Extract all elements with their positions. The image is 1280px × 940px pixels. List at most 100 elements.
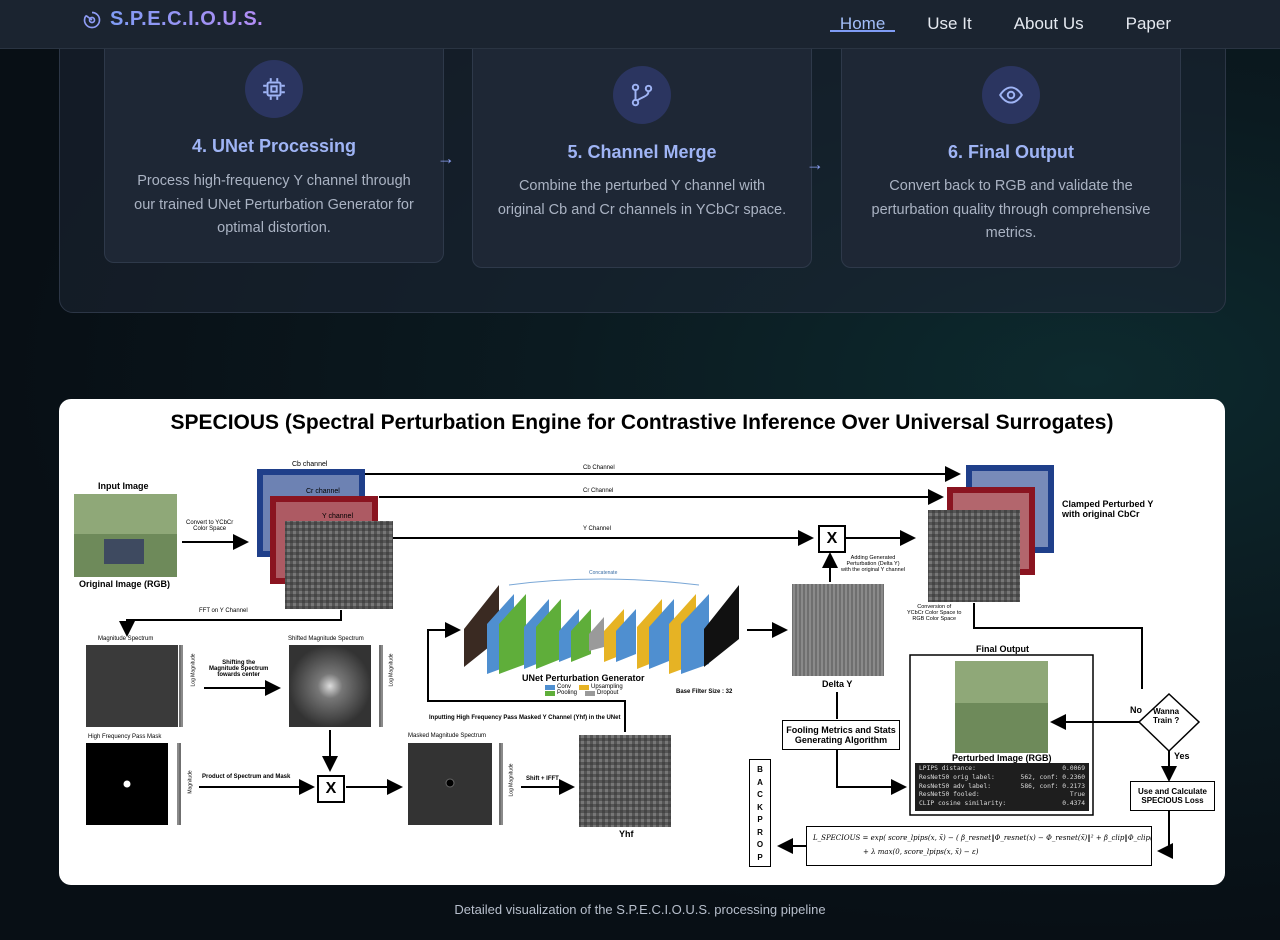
backprop-letter: P — [757, 852, 763, 862]
cpu-icon — [263, 78, 285, 100]
metric-row: LPIPS distance: 0.0069 — [919, 765, 1085, 774]
backprop-box: B A C K P R O P — [749, 759, 771, 867]
arrow-right-icon: → — [806, 154, 824, 174]
unet-architecture — [464, 578, 739, 674]
cr-line-label: Cr Channel — [583, 488, 614, 494]
metric-row: ResNet50 adv label: 586, conf: 0.2173 — [919, 783, 1085, 792]
metric-row: ResNet50 fooled: True — [919, 791, 1085, 800]
top-navbar: S.P.E.C.I.O.U.S. Home Use It About Us Pa… — [0, 0, 1280, 49]
legend-pooling: Pooling — [557, 690, 578, 696]
step-description: Combine the perturbed Y channel with ori… — [497, 178, 787, 218]
metrics-panel: LPIPS distance: 0.0069 ResNet50 orig labe… — [915, 763, 1089, 811]
metric-key: ResNet50 orig label: — [919, 773, 995, 781]
nav-link-paper[interactable]: Paper — [1105, 0, 1192, 48]
step-card-unet: 4. UNet Processing Process high-frequenc… — [104, 20, 444, 263]
nav-link-about-us[interactable]: About Us — [993, 0, 1105, 48]
nav-links: Home Use It About Us Paper — [819, 0, 1192, 48]
metric-value: 0.0069 — [1062, 765, 1085, 772]
step-icon-circle — [982, 66, 1040, 124]
loss-equation: L_SPECIOUS = exp( score_lpips(x, x̃) − (… — [806, 826, 1152, 866]
diagram-caption: Detailed visualization of the S.P.E.C.I.… — [454, 902, 826, 917]
equation-line-2: + λ max(0, score_lpips(x, x̃) − ε) — [863, 848, 979, 856]
fft-label: FFT on Y Channel — [199, 608, 248, 614]
metric-key: ResNet50 fooled: — [919, 791, 980, 799]
pipeline-diagram: SPECIOUS (Spectral Perturbation Engine f… — [59, 399, 1225, 885]
backprop-letter: R — [757, 827, 763, 837]
step-title: 4. UNet Processing — [191, 136, 357, 156]
log-magnitude-axis: Log Magnitude — [508, 763, 515, 797]
metric-key: ResNet50 adv label: — [919, 782, 992, 790]
concatenate-label: Concatenate — [589, 570, 618, 576]
metric-value: True — [1069, 791, 1085, 799]
backprop-letter: K — [757, 802, 763, 812]
clamped-label: Clamped Perturbed Y with original CbCr — [1062, 499, 1154, 519]
no-label: No — [1130, 705, 1142, 715]
shifted-spectrum-label: Shifted Magnitude Spectrum — [288, 636, 364, 642]
yhf-image — [579, 735, 671, 827]
step-icon-circle — [613, 66, 671, 124]
magnitude-spectrum — [86, 645, 178, 727]
diagram-graphics — [74, 465, 1201, 859]
cb-channel-label: Cb channel — [292, 461, 328, 468]
shifting-label: Shifting the Magnitude Spectrum towards … — [209, 660, 269, 678]
brand-logo[interactable]: S.P.E.C.I.O.U.S. — [82, 8, 263, 31]
metric-row: CLIP cosine similarity: 0.4374 — [919, 800, 1085, 809]
metric-key: LPIPS distance: — [919, 765, 976, 772]
yes-label: Yes — [1174, 751, 1190, 761]
shifted-spectrum — [289, 645, 371, 727]
metric-key: CLIP cosine similarity: — [919, 800, 1007, 808]
multiply-operator: X — [317, 775, 345, 803]
brand-name: S.P.E.C.I.O.U.S. — [110, 8, 264, 30]
backprop-letter: A — [757, 777, 763, 787]
y-channel-image — [285, 521, 393, 609]
metric-value: 0.4374 — [1062, 800, 1085, 808]
yhf-label: Yhf — [619, 829, 634, 839]
input-image-label: Input Image — [98, 481, 149, 491]
add-operator: X — [818, 525, 846, 553]
convert-label: Convert to YCbCr Color Space — [186, 520, 234, 532]
hpf-mask-label: High Frequency Pass Mask — [88, 734, 162, 740]
delta-y-image — [792, 584, 884, 676]
shift-ifft-label: Shift + IFFT — [526, 776, 559, 782]
magnitude-spectrum-label: Magnitude Spectrum — [98, 636, 154, 642]
metric-row: ResNet50 orig label: 562, conf: 0.2360 — [919, 774, 1085, 783]
step-description: Process high-frequency Y channel through… — [134, 173, 414, 236]
step-card-merge: 5. Channel Merge Combine the perturbed Y… — [472, 20, 812, 268]
backprop-letter: O — [756, 840, 764, 849]
conversion-label: Conversion of YCbCr Color Space to RGB C… — [907, 604, 962, 622]
use-calculate-box: Use and Calculate SPECIOUS Loss — [1130, 781, 1215, 811]
product-label: Product of Spectrum and Mask — [202, 774, 291, 780]
brand-icon — [83, 11, 101, 28]
fooling-metrics-box: Fooling Metrics and Stats Generating Alg… — [782, 720, 900, 750]
equation-line-1: L_SPECIOUS = exp( score_lpips(x, x̃) − (… — [813, 834, 1152, 842]
log-magnitude-axis: Log Magnitude — [190, 653, 197, 687]
metric-value: 562, conf: 0.2360 — [1020, 773, 1085, 781]
adding-label: Adding Generated Perturbation (Delta Y) … — [841, 555, 906, 573]
step-icon-circle — [245, 60, 303, 118]
step-title: 6. Final Output — [948, 142, 1074, 162]
legend-dropout: Dropout — [597, 690, 619, 696]
nav-link-use-it[interactable]: Use It — [906, 0, 992, 48]
output-y-image — [928, 510, 1020, 602]
masked-spectrum-label: Masked Magnitude Spectrum — [408, 733, 487, 739]
eye-icon — [999, 86, 1023, 104]
unet-label: UNet Perturbation Generator — [522, 673, 645, 683]
base-filter-label: Base Filter Size : 32 — [676, 689, 733, 695]
cb-line-label: Cb Channel — [583, 465, 615, 471]
cr-channel-label: Cr channel — [306, 488, 340, 495]
perturbed-image-label: Perturbed Image (RGB) — [952, 753, 1052, 763]
y-line-label: Y Channel — [583, 526, 611, 532]
original-image-label: Original Image (RGB) — [79, 579, 171, 589]
log-magnitude-axis: Log Magnitude — [388, 653, 395, 687]
git-merge-icon — [631, 83, 653, 107]
magnitude-axis: Magnitude — [187, 770, 194, 794]
arrow-right-icon: → — [437, 148, 455, 168]
nav-link-home[interactable]: Home — [819, 0, 906, 48]
step-description: Convert back to RGB and validate the per… — [871, 178, 1151, 241]
backprop-letter: C — [757, 790, 763, 799]
backprop-letter: P — [757, 815, 763, 824]
delta-y-label: Delta Y — [822, 679, 853, 689]
unet-legend: Conv Upsampling Pooling Dropout — [545, 684, 655, 696]
step-card-output: 6. Final Output Convert back to RGB and … — [841, 20, 1181, 268]
final-output-label: Final Output — [976, 644, 1029, 654]
